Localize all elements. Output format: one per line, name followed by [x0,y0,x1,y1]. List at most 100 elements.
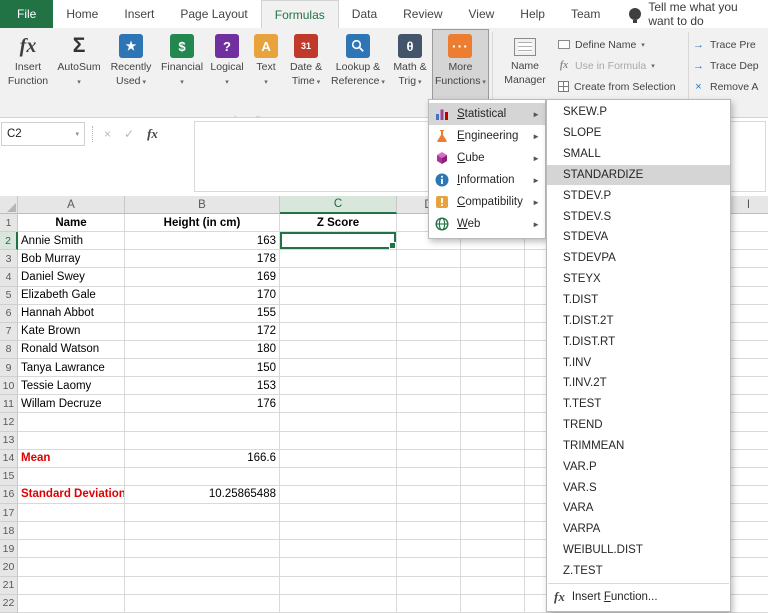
cell-B15[interactable] [125,467,280,486]
name-box-caret-icon[interactable]: ▾ [75,130,79,138]
lookup-reference-button[interactable]: Lookup & Reference ▾ [328,29,388,100]
menu-item-web[interactable]: Web ► [429,213,545,235]
cell-E5[interactable] [461,286,525,305]
cell-C2[interactable] [280,232,397,251]
autosum-button[interactable]: Σ AutoSum ▾ [54,29,104,100]
cell-D20[interactable] [397,558,461,577]
cell-D22[interactable] [397,594,461,613]
menu-item-engineering[interactable]: Engineering ► [429,125,545,147]
cell-D11[interactable] [397,395,461,414]
cell-D7[interactable] [397,322,461,341]
cell-A12[interactable] [18,413,125,432]
cell-D19[interactable] [397,540,461,559]
row-header-15[interactable]: 15 [0,467,18,486]
cell-B19[interactable] [125,540,280,559]
row-header-7[interactable]: 7 [0,322,18,341]
cell-E11[interactable] [461,395,525,414]
cell-D17[interactable] [397,504,461,523]
row-header-17[interactable]: 17 [0,504,18,523]
cell-B7[interactable]: 172 [125,322,280,341]
select-all-corner[interactable] [0,196,18,214]
cell-A22[interactable] [18,594,125,613]
cell-D10[interactable] [397,377,461,396]
financial-button[interactable]: $ Financial ▾ [158,29,206,100]
cell-A13[interactable] [18,431,125,450]
tell-me-box[interactable]: Tell me what you want to do [619,0,768,28]
cell-C13[interactable] [280,431,397,450]
cell-A3[interactable]: Bob Murray [18,250,125,269]
cell-D13[interactable] [397,431,461,450]
cell-C14[interactable] [280,449,397,468]
trace-precedents-button[interactable]: → Trace Pre [692,34,768,55]
function-item-vara[interactable]: VARA [547,498,730,519]
cell-C11[interactable] [280,395,397,414]
cell-C17[interactable] [280,504,397,523]
cell-B4[interactable]: 169 [125,268,280,287]
function-item-trend[interactable]: TREND [547,415,730,436]
cell-B14[interactable]: 166.6 [125,449,280,468]
use-in-formula-button[interactable]: fx Use in Formula ▾ [558,55,676,76]
cell-B13[interactable] [125,431,280,450]
function-item-weibull.dist[interactable]: WEIBULL.DIST [547,540,730,561]
cell-D18[interactable] [397,522,461,541]
cell-D3[interactable] [397,250,461,269]
cell-C7[interactable] [280,322,397,341]
function-item-t.dist.rt[interactable]: T.DIST.RT [547,331,730,352]
more-functions-button[interactable]: ··· More Functions ▾ [431,29,489,100]
row-header-10[interactable]: 10 [0,377,18,396]
tab-help[interactable]: Help [507,0,558,28]
trace-dependents-button[interactable]: → Trace Dep [692,55,768,76]
cell-D6[interactable] [397,304,461,323]
cell-E10[interactable] [461,377,525,396]
row-header-12[interactable]: 12 [0,413,18,432]
cell-C19[interactable] [280,540,397,559]
row-header-13[interactable]: 13 [0,431,18,450]
function-item-stdev.s[interactable]: STDEV.S [547,206,730,227]
cell-D15[interactable] [397,467,461,486]
cell-A10[interactable]: Tessie Laomy [18,377,125,396]
function-item-var.s[interactable]: VAR.S [547,477,730,498]
cell-E18[interactable] [461,522,525,541]
cell-A19[interactable] [18,540,125,559]
row-header-14[interactable]: 14 [0,449,18,468]
cell-B21[interactable] [125,576,280,595]
cell-B12[interactable] [125,413,280,432]
cell-C15[interactable] [280,467,397,486]
insert-function-menu-item[interactable]: fx Insert Function... [547,586,730,608]
function-item-t.test[interactable]: T.TEST [547,394,730,415]
cell-A18[interactable] [18,522,125,541]
logical-button[interactable]: ? Logical ▾ [206,29,248,100]
row-header-5[interactable]: 5 [0,286,18,305]
cell-E12[interactable] [461,413,525,432]
row-header-20[interactable]: 20 [0,558,18,577]
cell-A16[interactable]: Standard Deviation [18,485,125,504]
cell-A1[interactable]: Name [18,214,125,233]
function-item-stdeva[interactable]: STDEVA [547,227,730,248]
cell-D4[interactable] [397,268,461,287]
cell-C20[interactable] [280,558,397,577]
menu-item-compatibility[interactable]: Compatibility ► [429,191,545,213]
row-header-19[interactable]: 19 [0,540,18,559]
cell-D5[interactable] [397,286,461,305]
function-item-slope[interactable]: SLOPE [547,123,730,144]
tab-view[interactable]: View [456,0,508,28]
cell-E20[interactable] [461,558,525,577]
row-header-18[interactable]: 18 [0,522,18,541]
function-item-varpa[interactable]: VARPA [547,519,730,540]
cell-C4[interactable] [280,268,397,287]
row-header-9[interactable]: 9 [0,359,18,378]
cell-A14[interactable]: Mean [18,449,125,468]
cell-D12[interactable] [397,413,461,432]
function-item-t.dist[interactable]: T.DIST [547,290,730,311]
cell-A8[interactable]: Ronald Watson [18,340,125,359]
function-item-t.dist.2t[interactable]: T.DIST.2T [547,310,730,331]
tab-review[interactable]: Review [390,0,455,28]
row-header-4[interactable]: 4 [0,268,18,287]
tab-data[interactable]: Data [339,0,390,28]
enter-icon[interactable]: ✓ [124,127,134,141]
cell-B9[interactable]: 150 [125,359,280,378]
cell-B11[interactable]: 176 [125,395,280,414]
column-header-C[interactable]: C [280,196,397,214]
date-time-button[interactable]: 31 Date & Time ▾ [284,29,328,100]
cell-E17[interactable] [461,504,525,523]
